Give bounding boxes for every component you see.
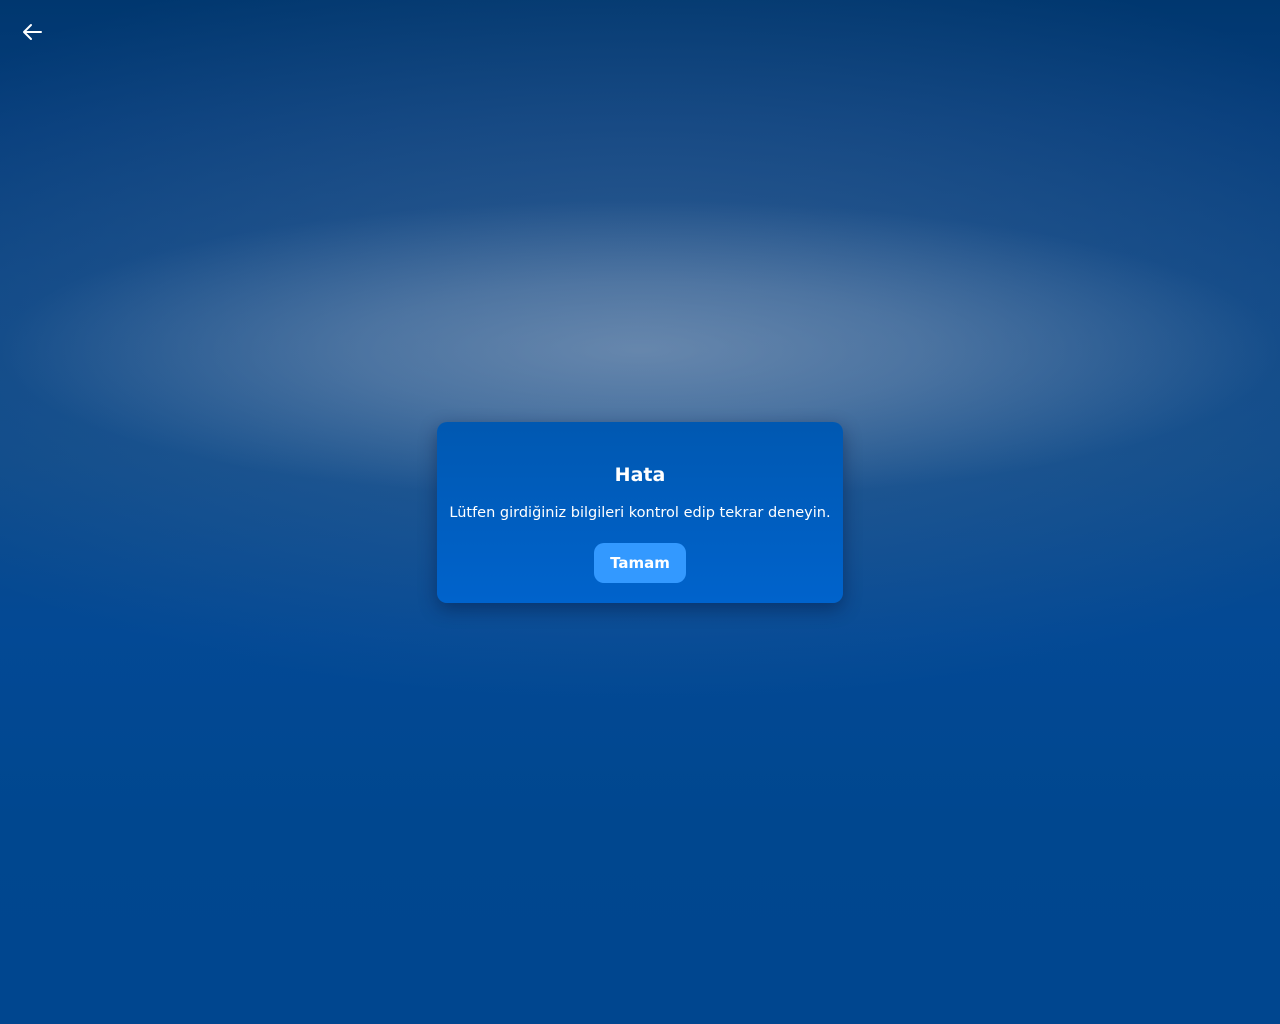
back-button[interactable] (16, 16, 48, 48)
dialog-title: Hata (614, 464, 666, 486)
arrow-left-icon (23, 24, 42, 40)
dialog-message: Lütfen girdiğiniz bilgileri kontrol edip… (449, 505, 831, 521)
ok-button[interactable]: Tamam (594, 543, 686, 583)
error-dialog: Hata Lütfen girdiğiniz bilgileri kontrol… (437, 422, 843, 603)
